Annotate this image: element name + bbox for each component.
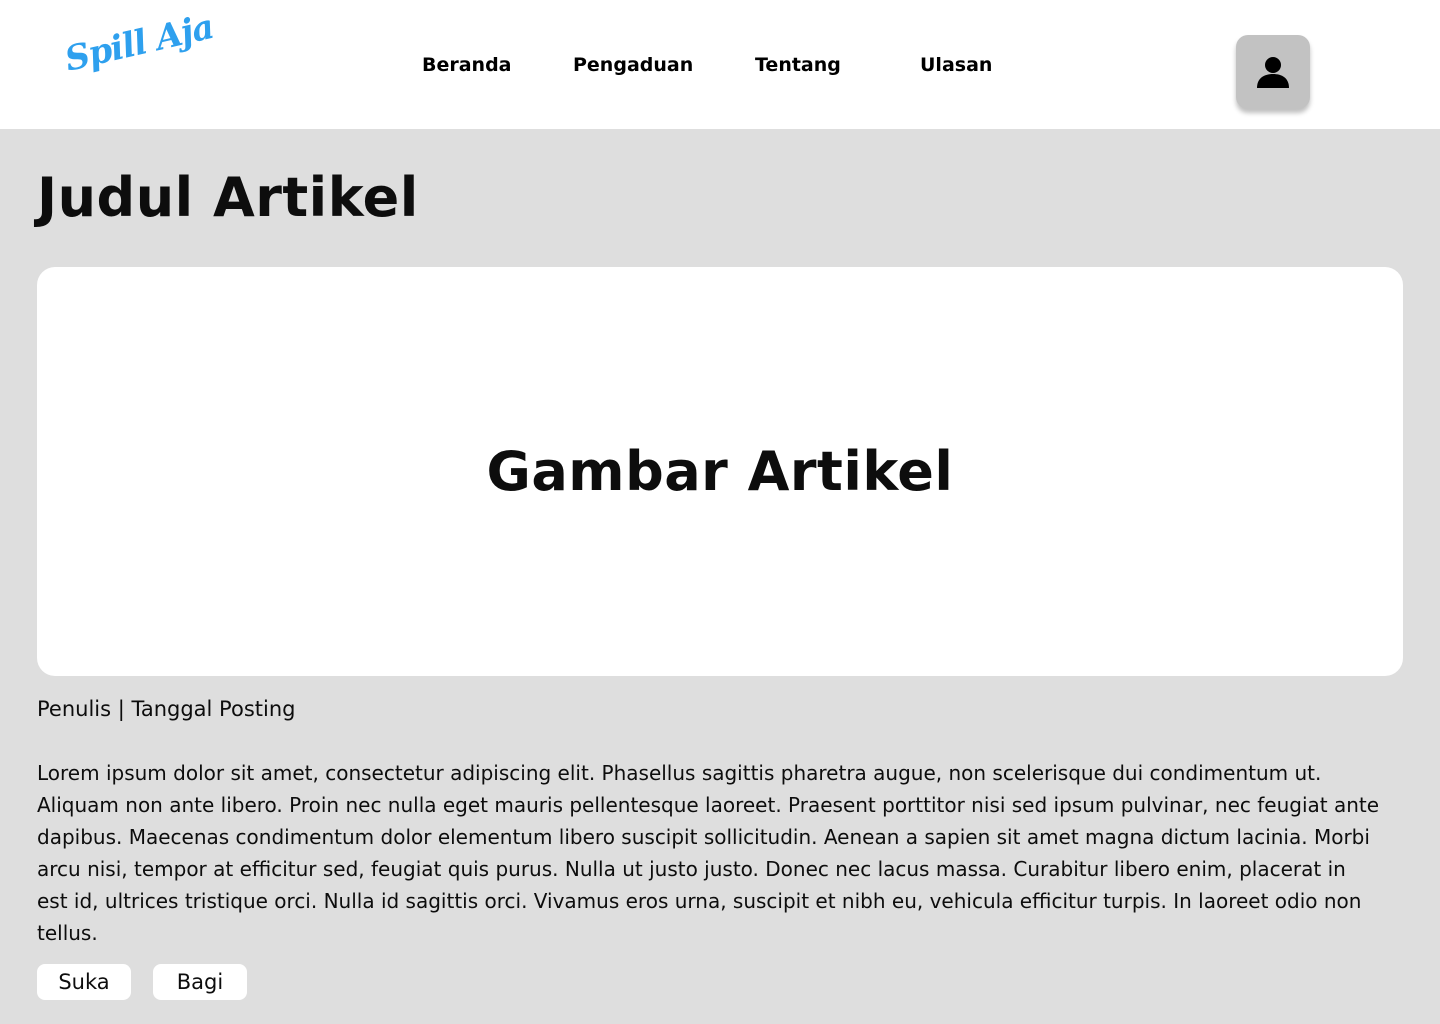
top-navbar: Spill Aja Beranda Pengaduan Tentang Ulas… <box>0 0 1440 129</box>
logo[interactable]: Spill Aja <box>61 7 217 99</box>
article-image: Gambar Artikel <box>37 267 1403 676</box>
article-meta: Penulis | Tanggal Posting <box>37 697 296 721</box>
article-body: Lorem ipsum dolor sit amet, consectetur … <box>37 761 1380 945</box>
share-button[interactable]: Bagi <box>153 964 247 1000</box>
article-image-placeholder: Gambar Artikel <box>486 440 954 503</box>
article-title: Judul Artikel <box>37 166 419 229</box>
profile-button[interactable] <box>1236 35 1310 109</box>
like-button[interactable]: Suka <box>37 964 131 1000</box>
nav-link-pengaduan[interactable]: Pengaduan <box>573 52 693 78</box>
nav-link-ulasan[interactable]: Ulasan <box>920 52 992 78</box>
nav-link-tentang[interactable]: Tentang <box>755 52 841 78</box>
user-icon <box>1257 57 1289 88</box>
nav-link-beranda[interactable]: Beranda <box>422 52 512 78</box>
